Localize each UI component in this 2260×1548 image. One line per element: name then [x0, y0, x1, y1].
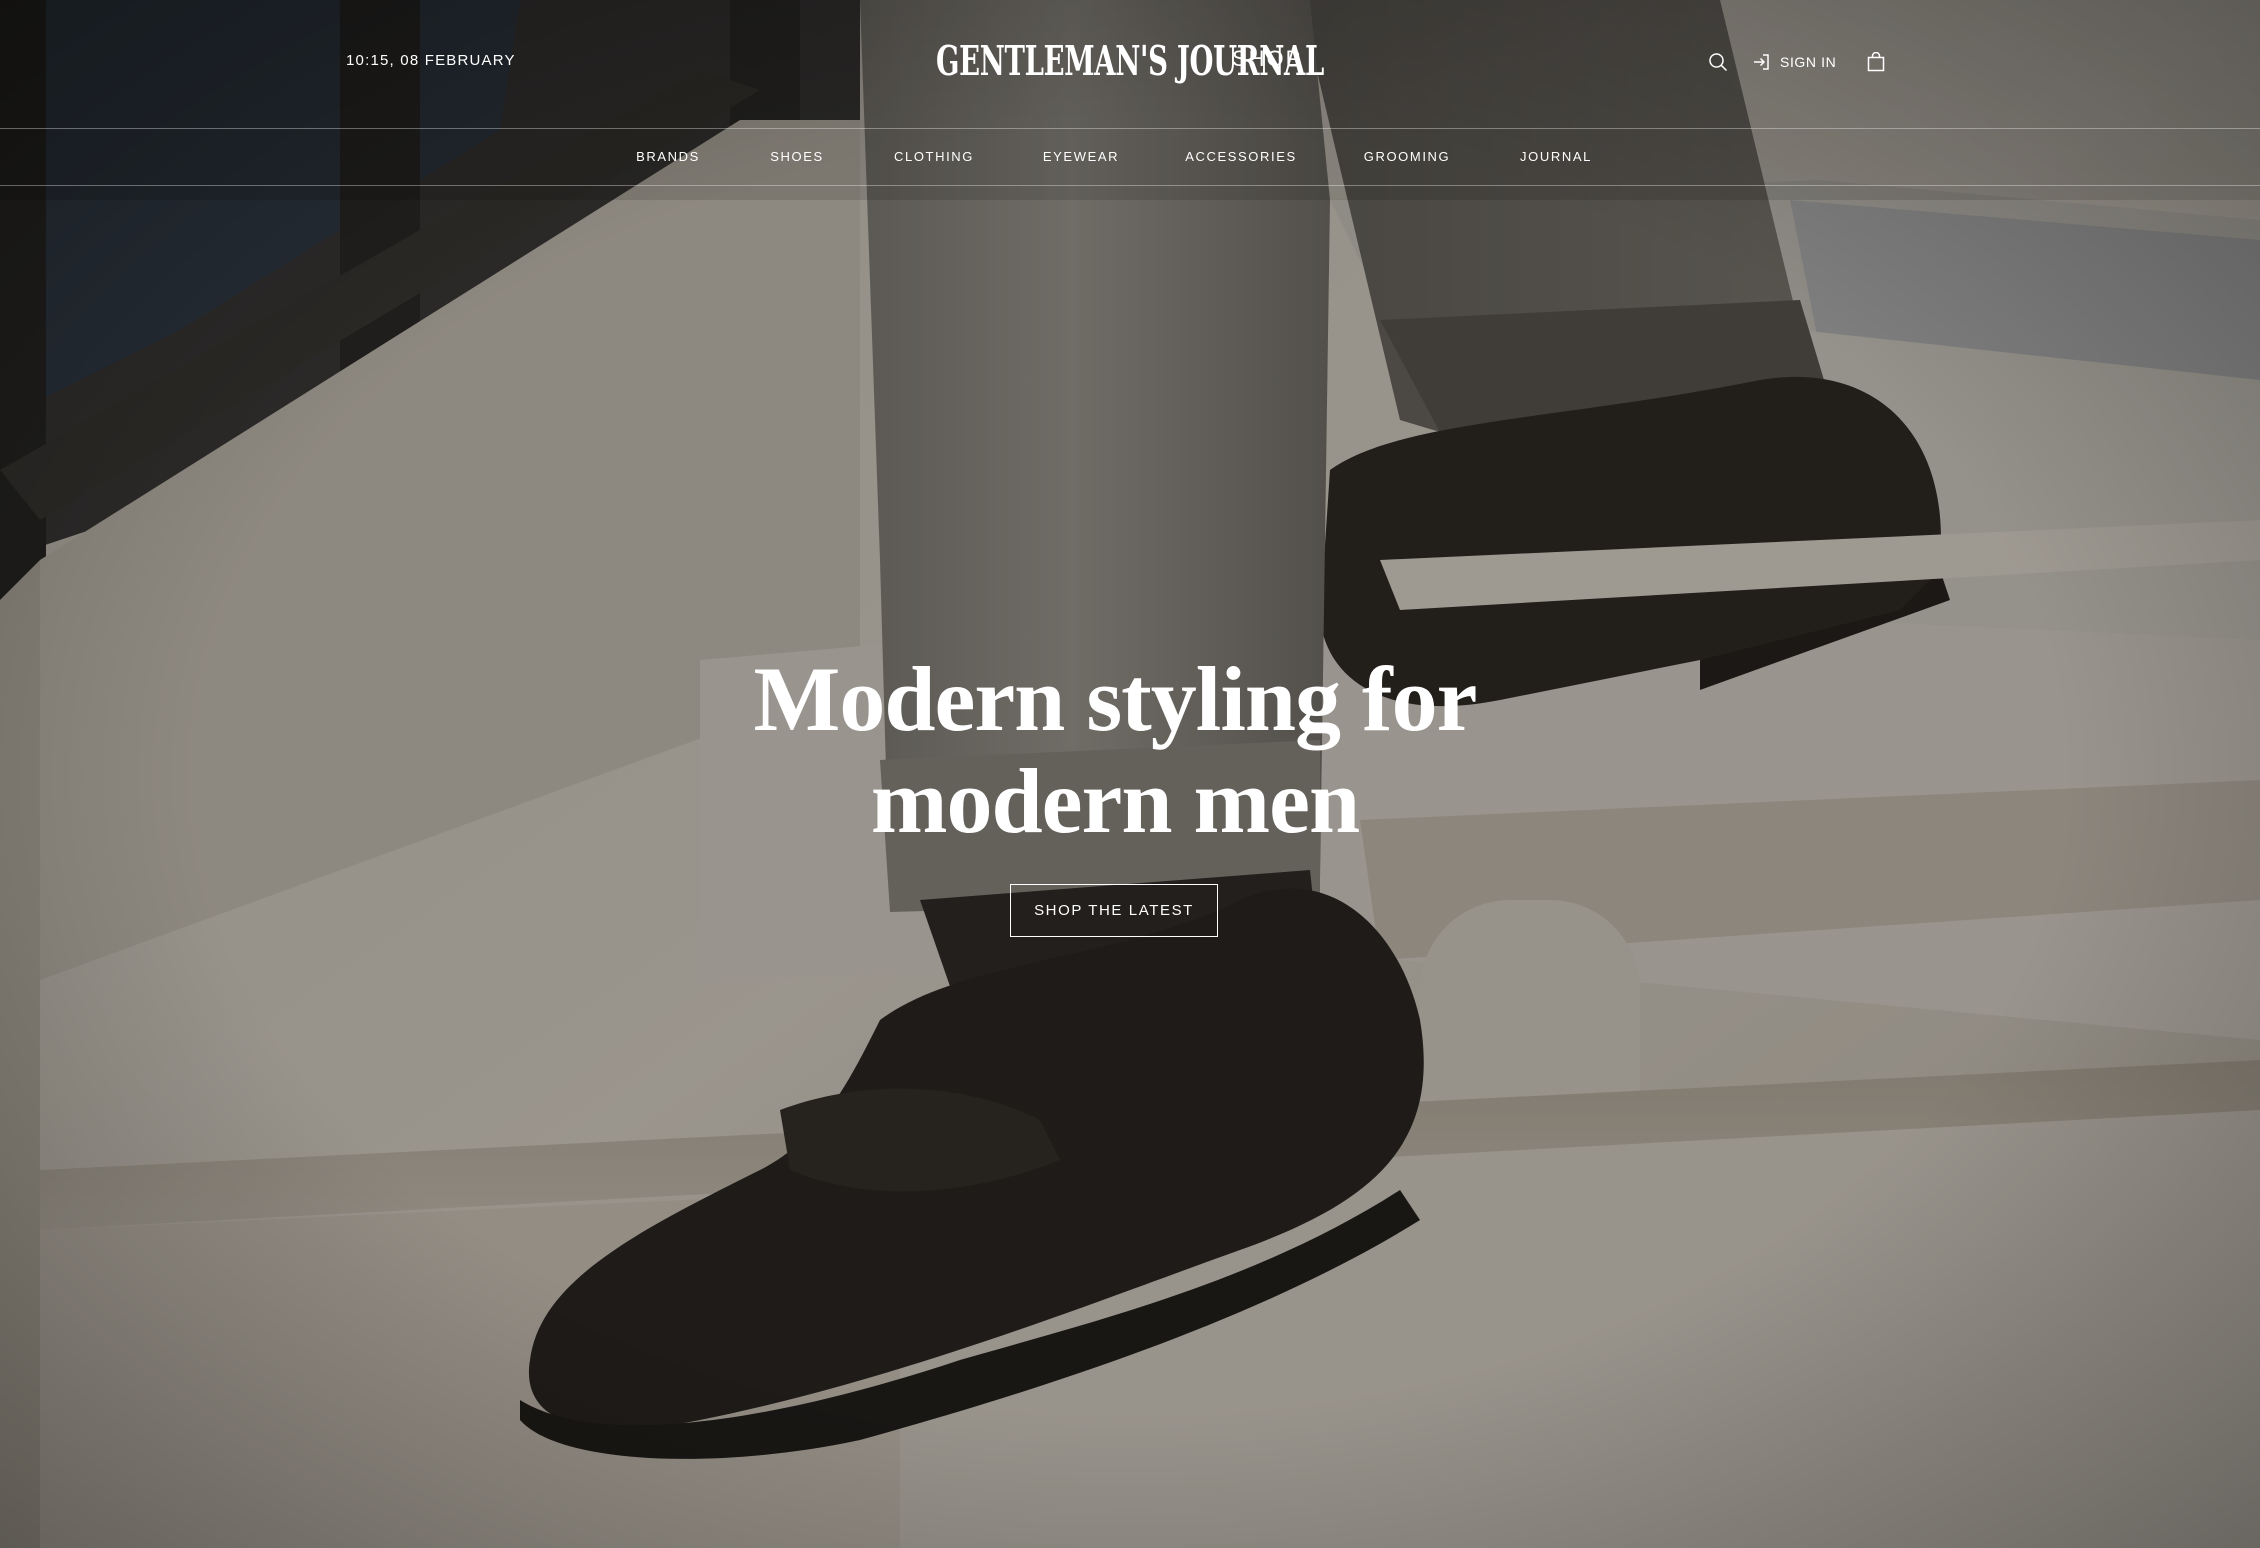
header-datetime: 10:15, 08 FEBRUARY [346, 52, 516, 69]
sign-in-label: SIGN IN [1780, 54, 1837, 70]
site-logo[interactable]: GENTLEMAN'S JOURNAL [936, 36, 1515, 86]
sign-in-icon [1754, 54, 1769, 70]
nav-item-brands[interactable]: BRANDS [636, 149, 700, 164]
hero-headline: Modern styling for modern men [0, 648, 2230, 852]
hero-headline-line-2: modern men [870, 750, 1360, 852]
hero-section: 10:15, 08 FEBRUARY GENTLEMAN'S JOURNAL S… [0, 0, 2260, 1548]
shopping-bag-icon [1868, 52, 1885, 72]
nav-item-accessories[interactable]: ACCESSORIES [1185, 149, 1297, 164]
nav-item-journal[interactable]: JOURNAL [1520, 149, 1592, 164]
logo-shop-label[interactable]: SHOP [1232, 46, 1302, 72]
hero-headline-line-1: Modern styling for [753, 648, 1477, 750]
shopping-bag-button[interactable] [1864, 50, 1888, 74]
nav-item-grooming[interactable]: GROOMING [1364, 149, 1450, 164]
main-navigation: BRANDS SHOES CLOTHING EYEWEAR ACCESSORIE… [0, 129, 2260, 185]
search-button[interactable] [1706, 50, 1730, 74]
nav-item-shoes[interactable]: SHOES [770, 149, 824, 164]
site-header: 10:15, 08 FEBRUARY GENTLEMAN'S JOURNAL S… [0, 0, 2260, 128]
nav-item-clothing[interactable]: CLOTHING [894, 149, 974, 164]
nav-divider-bottom [0, 185, 2260, 186]
search-icon [1709, 53, 1728, 72]
sign-in-button[interactable]: SIGN IN [1752, 52, 1836, 72]
nav-item-eyewear[interactable]: EYEWEAR [1043, 149, 1119, 164]
header-actions: SIGN IN [1706, 48, 1888, 76]
shop-the-latest-button[interactable]: SHOP THE LATEST [1010, 884, 1218, 937]
